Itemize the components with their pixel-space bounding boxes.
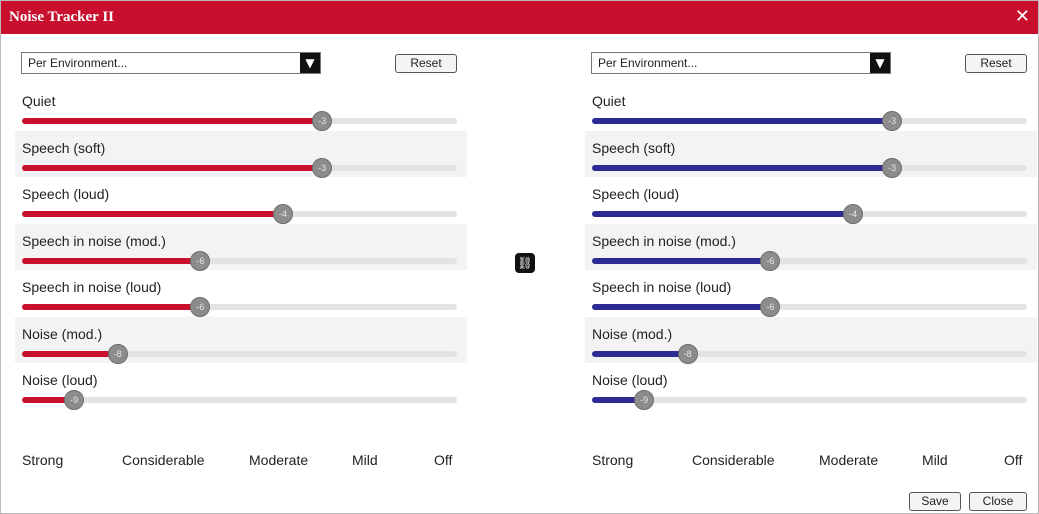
right-reset-button[interactable]: Reset xyxy=(965,54,1027,73)
slider-track[interactable]: -9 xyxy=(22,390,457,410)
right-scale-labels: Strong Considerable Moderate Mild Off xyxy=(592,452,1032,470)
slider-fill xyxy=(22,118,323,124)
slider-label: Speech (soft) xyxy=(22,139,106,156)
slider-thumb[interactable]: -9 xyxy=(64,390,85,410)
slider-track[interactable]: -4 xyxy=(592,204,1027,224)
slider-label: Noise (mod.) xyxy=(592,325,673,342)
slider-track[interactable]: -8 xyxy=(592,343,1027,364)
slider-label: Speech (loud) xyxy=(22,186,110,202)
slider-label: Noise (mod.) xyxy=(22,325,103,342)
slider-row: Noise (mod.) -8 xyxy=(15,316,467,364)
slider-row: Noise (loud) -9 xyxy=(585,363,1037,410)
slider-track[interactable]: -3 xyxy=(592,111,1027,131)
slider-row: Quiet -3 xyxy=(585,84,1037,131)
slider-label: Noise (loud) xyxy=(592,372,668,388)
right-dropdown-value: Per Environment... xyxy=(598,56,698,70)
right-ear-panel: Per Environment... ▼ Reset Quiet -3 Speech… xyxy=(585,34,1037,474)
scale-label-mild: Mild xyxy=(922,452,948,468)
slider-thumb[interactable]: -8 xyxy=(677,343,698,364)
slider-label: Quiet xyxy=(22,93,56,109)
save-button[interactable]: Save xyxy=(909,492,961,511)
slider-row: Speech in noise (mod.) -6 xyxy=(15,223,467,271)
slider-thumb[interactable]: -6 xyxy=(190,250,211,271)
slider-fill xyxy=(592,257,771,264)
slider-track[interactable]: -9 xyxy=(592,390,1027,410)
close-button[interactable]: Close xyxy=(969,492,1027,511)
slider-track[interactable]: -8 xyxy=(22,343,457,364)
slider-row: Speech (soft) -3 xyxy=(15,130,467,178)
scale-label-moderate: Moderate xyxy=(249,452,309,468)
slider-thumb[interactable]: -8 xyxy=(107,343,128,364)
slider-row: Speech in noise (loud) -6 xyxy=(585,270,1037,317)
scale-label-mild: Mild xyxy=(352,452,378,468)
scale-label-moderate: Moderate xyxy=(819,452,879,468)
slider-track[interactable]: -4 xyxy=(22,204,457,224)
scale-label-considerable: Considerable xyxy=(122,452,205,468)
left-ear-panel: Per Environment... ▼ Reset Quiet -3 Speech… xyxy=(15,34,467,474)
slider-row: Speech (loud) -4 xyxy=(585,177,1037,224)
slider-fill xyxy=(592,118,893,124)
slider-fill xyxy=(592,350,688,357)
link-icon[interactable]: ⛓ xyxy=(515,253,535,273)
slider-fill xyxy=(22,350,118,357)
scale-label-considerable: Considerable xyxy=(692,452,775,468)
slider-track[interactable]: -3 xyxy=(592,157,1027,178)
right-environment-dropdown[interactable]: Per Environment... ▼ xyxy=(591,52,891,74)
slider-row: Noise (loud) -9 xyxy=(15,363,467,410)
window-title: Noise Tracker II xyxy=(9,9,114,25)
slider-row: Speech (soft) -3 xyxy=(585,130,1037,178)
slider-label: Speech in noise (loud) xyxy=(592,279,732,295)
title-bar: Noise Tracker II ✕ xyxy=(1,1,1038,34)
slider-label: Speech in noise (mod.) xyxy=(592,232,736,249)
scale-label-off: Off xyxy=(1004,452,1023,468)
scale-label-strong: Strong xyxy=(592,452,634,468)
slider-label: Speech (soft) xyxy=(592,139,676,156)
slider-track[interactable]: -6 xyxy=(592,297,1027,317)
chevron-down-icon[interactable]: ▼ xyxy=(870,53,890,73)
slider-label: Speech in noise (mod.) xyxy=(22,232,166,249)
slider-thumb[interactable]: -6 xyxy=(760,297,781,317)
slider-fill xyxy=(22,257,201,264)
scale-label-strong: Strong xyxy=(22,452,64,468)
scale-label-off: Off xyxy=(434,452,453,468)
slider-track[interactable]: -6 xyxy=(592,250,1027,271)
slider-thumb[interactable]: -3 xyxy=(312,157,333,178)
chevron-down-icon[interactable]: ▼ xyxy=(300,53,320,73)
left-reset-button[interactable]: Reset xyxy=(395,54,457,73)
slider-label: Speech in noise (loud) xyxy=(22,279,162,295)
slider-row: Speech in noise (mod.) -6 xyxy=(585,223,1037,271)
slider-fill xyxy=(22,211,283,217)
slider-label: Speech (loud) xyxy=(592,186,680,202)
close-icon[interactable]: ✕ xyxy=(1015,6,1030,27)
left-dropdown-value: Per Environment... xyxy=(28,56,128,70)
slider-thumb[interactable]: -9 xyxy=(634,390,655,410)
slider-thumb[interactable]: -3 xyxy=(882,111,903,131)
slider-row: Quiet -3 xyxy=(15,84,467,131)
slider-track[interactable]: -6 xyxy=(22,250,457,271)
slider-fill xyxy=(592,304,771,310)
slider-fill xyxy=(592,211,853,217)
slider-thumb[interactable]: -4 xyxy=(273,204,293,224)
left-scale-labels: Strong Considerable Moderate Mild Off xyxy=(22,452,462,470)
slider-fill xyxy=(592,164,893,171)
slider-track[interactable]: -6 xyxy=(22,297,457,317)
slider-track[interactable]: -3 xyxy=(22,157,457,178)
slider-fill xyxy=(22,304,201,310)
slider-row: Speech (loud) -4 xyxy=(15,177,467,224)
slider-track[interactable]: -3 xyxy=(22,111,457,131)
slider-thumb[interactable]: -6 xyxy=(190,297,211,317)
noise-tracker-window: Noise Tracker II ✕ Per Environment... ▼ … xyxy=(0,0,1039,514)
slider-fill xyxy=(22,164,323,171)
left-environment-dropdown[interactable]: Per Environment... ▼ xyxy=(21,52,321,74)
slider-label: Quiet xyxy=(592,93,626,109)
slider-thumb[interactable]: -4 xyxy=(843,204,863,224)
slider-thumb[interactable]: -6 xyxy=(760,250,781,271)
slider-row: Speech in noise (loud) -6 xyxy=(15,270,467,317)
slider-label: Noise (loud) xyxy=(22,372,98,388)
slider-thumb[interactable]: -3 xyxy=(312,111,333,131)
slider-row: Noise (mod.) -8 xyxy=(585,316,1037,364)
slider-thumb[interactable]: -3 xyxy=(882,157,903,178)
